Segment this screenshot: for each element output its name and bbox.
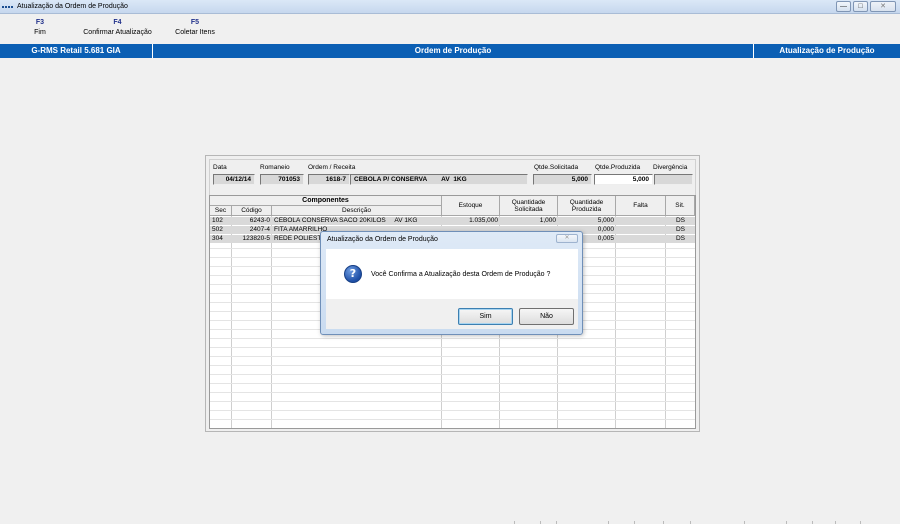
app-version: G-RMS Retail 5.681 GIA xyxy=(31,46,121,55)
cell-codigo: 2407-4 xyxy=(249,226,270,233)
dialog-footer: Sim Não xyxy=(326,299,578,329)
qtde-produzida-label: Qtde.Produzida xyxy=(595,164,641,171)
col-header-qtd-produzida[interactable]: Quantidade Produzida xyxy=(558,196,616,216)
fkey-coletar-itens[interactable]: F5 Coletar Itens xyxy=(170,19,220,36)
yes-button[interactable]: Sim xyxy=(458,308,513,325)
app-icon xyxy=(2,3,14,11)
fkey-fim[interactable]: F3 Fim xyxy=(30,19,50,36)
fkey-label: Fim xyxy=(34,29,46,36)
fkey-confirmar-atualizacao[interactable]: F4 Confirmar Atualização xyxy=(75,19,160,36)
col-header-qtd-solicitada[interactable]: Quantidade Solicitada xyxy=(500,196,558,216)
module-title: Ordem de Produção xyxy=(414,46,492,55)
maximize-button[interactable]: □ xyxy=(853,1,868,12)
cell-descricao: CEBOLA CONSERVA SACO 20KILOS AV 1KG xyxy=(274,217,418,224)
components-group-header: Componentes xyxy=(210,196,442,206)
table-row[interactable]: 102 6243-0 CEBOLA CONSERVA SACO 20KILOS … xyxy=(210,217,695,225)
dialog-title: Atualização da Ordem de Produção xyxy=(327,236,438,243)
no-button[interactable]: Não xyxy=(519,308,574,325)
cell-estoque: 1.035,000 xyxy=(469,217,498,224)
minimize-button[interactable]: — xyxy=(836,1,851,12)
col-header-descricao[interactable]: Descrição xyxy=(272,206,442,216)
cell-sec: 304 xyxy=(212,235,223,242)
cell-falta xyxy=(616,226,666,234)
fkey-label: Confirmar Atualização xyxy=(83,29,152,36)
divergencia-field xyxy=(654,174,693,185)
cell-sit: DS xyxy=(675,217,686,224)
dialog-body: ? Você Confirma a Atualização desta Orde… xyxy=(326,249,578,299)
cell-falta xyxy=(616,235,666,243)
cell-sit: DS xyxy=(675,226,686,233)
window-title-bar: Atualização da Ordem de Produção — □ ✕ xyxy=(0,0,900,14)
cell-falta xyxy=(616,217,666,225)
data-label: Data xyxy=(213,164,227,171)
function-key-toolbar: F3 Fim F4 Confirmar Atualização F5 Colet… xyxy=(0,19,900,43)
cell-sec: 502 xyxy=(212,226,223,233)
ordem-code-field: 1618-7 xyxy=(308,174,350,185)
ordem-description-field: CEBOLA P/ CONSERVA AV 1KG xyxy=(350,174,528,185)
qtde-solicitada-label: Qtde.Solicitada xyxy=(534,164,579,171)
data-field: 04/12/14 xyxy=(213,174,255,185)
question-icon: ? xyxy=(344,265,362,283)
col-header-estoque[interactable]: Estoque xyxy=(442,196,500,216)
col-header-falta[interactable]: Falta xyxy=(616,196,666,216)
qtde-solicitada-field: 5,000 xyxy=(533,174,592,185)
cell-qtd-produzida: 5,000 xyxy=(597,217,614,224)
ordem-receita-label: Ordem / Receita xyxy=(308,164,356,171)
cell-codigo: 6243-0 xyxy=(249,217,270,224)
cell-sit: DS xyxy=(675,235,686,242)
status-bar xyxy=(0,520,900,524)
col-header-codigo[interactable]: Código xyxy=(232,206,272,216)
app-header-bar: G-RMS Retail 5.681 GIA Ordem de Produção… xyxy=(0,44,900,58)
dialog-message: Você Confirma a Atualização desta Ordem … xyxy=(371,271,551,278)
cell-sec: 102 xyxy=(212,217,223,224)
cell-qtd-solicitada: 1,000 xyxy=(539,217,556,224)
romaneio-field: 701053 xyxy=(260,174,304,185)
col-header-sit[interactable]: Sit. xyxy=(666,196,695,216)
fkey-key: F5 xyxy=(190,19,200,26)
confirm-dialog: Atualização da Ordem de Produção ✕ ? Voc… xyxy=(320,231,583,335)
fkey-label: Coletar Itens xyxy=(175,29,215,36)
col-header-sec[interactable]: Sec xyxy=(210,206,232,216)
romaneio-label: Romaneio xyxy=(260,164,290,171)
screen-title: Atualização de Produção xyxy=(779,46,875,55)
qtde-produzida-input[interactable]: 5,000 xyxy=(594,174,653,185)
cell-codigo: 123820-5 xyxy=(242,235,270,242)
dialog-close-button[interactable]: ✕ xyxy=(556,234,578,243)
window-title: Atualização da Ordem de Produção xyxy=(17,3,128,10)
fkey-key: F4 xyxy=(113,19,122,26)
divergencia-label: Divergência xyxy=(653,164,688,171)
close-button[interactable]: ✕ xyxy=(870,1,896,12)
fkey-key: F3 xyxy=(35,19,45,26)
